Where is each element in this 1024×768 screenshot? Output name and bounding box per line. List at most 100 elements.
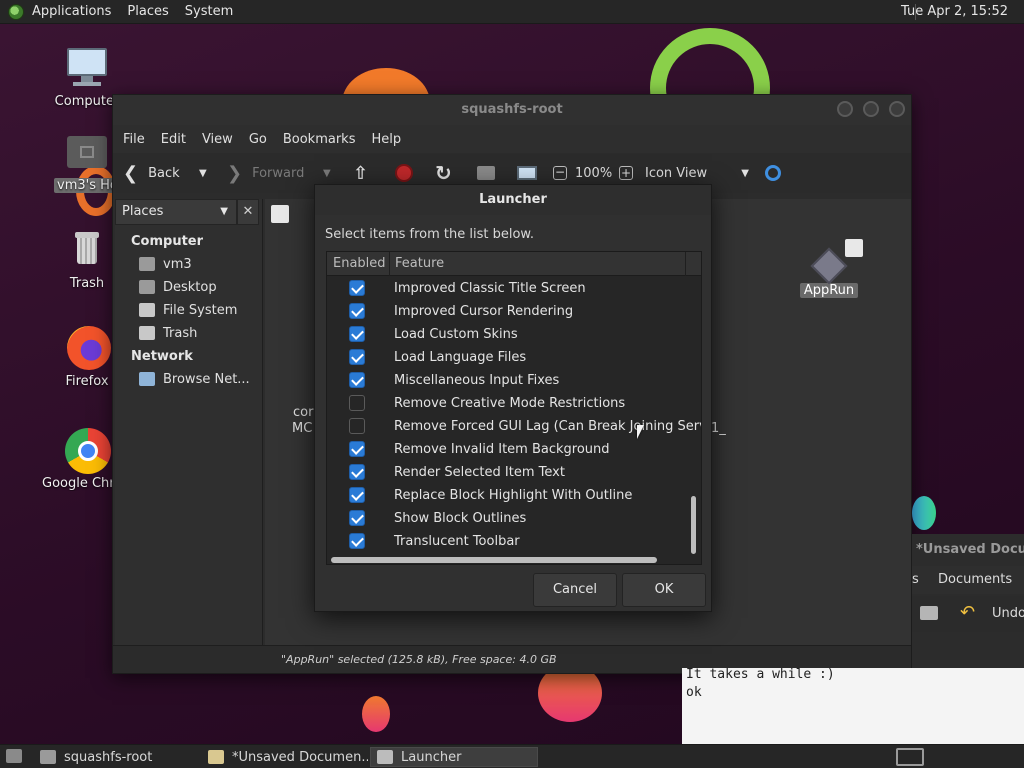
feature-row[interactable]: Replace Block Highlight With Outline [327,484,687,507]
places-menu[interactable]: Places [119,0,176,24]
task-file-manager[interactable]: squashfs-root [34,747,200,767]
stop-icon [395,164,413,182]
enabled-checkbox[interactable] [349,441,365,457]
undo-icon[interactable]: ↶ [960,602,975,623]
column-divider [389,252,390,276]
enabled-checkbox[interactable] [349,487,365,503]
enabled-checkbox[interactable] [349,372,365,388]
enabled-checkbox[interactable] [349,464,365,480]
feature-row[interactable]: Improved Cursor Rendering [327,300,687,323]
sidebar-item-browse-network[interactable]: Browse Net... [139,369,250,389]
menubar: File Edit View Go Bookmarks Help [113,125,911,153]
back-history-dropdown[interactable]: ▼ [199,153,207,193]
clock[interactable]: Tue Apr 2, 15:52 [901,0,1008,24]
ok-button[interactable]: OK [622,573,706,607]
enabled-checkbox[interactable] [349,395,365,411]
chevron-down-icon: ▼ [323,167,331,179]
search-icon [765,165,781,181]
editor-menu-documents[interactable]: Documents [938,572,1012,587]
back-button[interactable]: ❮ Back [123,153,180,193]
chrome-icon [63,428,111,474]
enabled-checkbox[interactable] [349,326,365,342]
menu-view[interactable]: View [194,132,241,147]
menu-bookmarks[interactable]: Bookmarks [275,132,364,147]
feature-label: Improved Cursor Rendering [394,304,574,319]
undo-label[interactable]: Undo [992,606,1024,621]
sidebar-section-computer: Computer [131,234,204,249]
enabled-checkbox[interactable] [349,280,365,296]
cancel-button[interactable]: Cancel [533,573,617,607]
sidebar-item-label: Browse Net... [163,371,250,387]
file-name: AppRun [799,283,859,298]
home-icon [477,166,495,180]
feature-label: Miscellaneous Input Fixes [394,373,560,388]
minimize-button[interactable] [837,101,853,117]
enabled-checkbox[interactable] [349,418,365,434]
feature-row[interactable]: Load Language Files [327,346,687,369]
search-button[interactable] [765,153,781,193]
enabled-checkbox[interactable] [349,303,365,319]
executable-icon [810,247,848,285]
back-label: Back [148,165,180,181]
home-folder-icon [63,130,111,174]
workspace-switcher[interactable] [896,748,924,766]
task-label: Launcher [401,749,462,765]
menu-help[interactable]: Help [363,132,409,147]
task-launcher[interactable]: Launcher [370,747,538,767]
feature-list[interactable]: Enabled Feature Improved Classic Title S… [326,251,702,565]
home-folder-icon [139,257,155,271]
feature-row[interactable]: Load Custom Skins [327,323,687,346]
horizontal-scrollbar[interactable] [331,557,657,563]
feature-row[interactable]: Improved Classic Title Screen [327,277,687,300]
sidebar-item-label: File System [163,302,238,318]
location-edit-icon[interactable] [271,205,289,223]
menu-edit[interactable]: Edit [153,132,194,147]
sidebar-item-vm3[interactable]: vm3 [139,254,192,274]
sidebar-item-trash[interactable]: Trash [139,323,197,343]
window-title: squashfs-root [461,102,563,117]
text-editor-icon [208,750,224,764]
enabled-checkbox[interactable] [349,349,365,365]
task-text-editor[interactable]: *Unsaved Documen... [202,747,368,767]
forward-button[interactable]: ❯ Forward [227,153,304,193]
editor-menu-partial[interactable]: s [912,572,919,587]
column-header-feature[interactable]: Feature [395,252,444,276]
feature-row[interactable]: Translucent Toolbar [327,530,687,553]
vertical-scrollbar[interactable] [691,496,696,554]
feature-row[interactable]: Remove Creative Mode Restrictions [327,392,687,415]
system-menu[interactable]: System [177,0,241,24]
feature-row[interactable]: Render Selected Item Text [327,461,687,484]
mouse-cursor-icon [637,425,648,439]
sidebar-close-button[interactable]: ✕ [237,199,259,225]
feature-row[interactable]: Show Block Outlines [327,507,687,530]
close-icon: ✕ [242,204,254,219]
window-titlebar[interactable]: squashfs-root [113,95,911,125]
feature-row[interactable]: Remove Invalid Item Background [327,438,687,461]
maximize-button[interactable] [863,101,879,117]
task-label: squashfs-root [64,749,153,765]
menu-go[interactable]: Go [241,132,275,147]
feature-row[interactable]: Remove Forced GUI Lag (Can Break Joining… [327,415,701,438]
print-icon[interactable] [920,606,938,620]
sidebar-item-desktop[interactable]: Desktop [139,277,217,297]
sidebar-item-label: vm3 [163,256,192,272]
enabled-checkbox[interactable] [349,510,365,526]
editor-text-area[interactable]: It takes a while :) ok [682,667,1024,744]
view-mode-value: Icon View [645,165,708,181]
trash-icon [139,326,155,340]
computer-icon [63,46,111,90]
apprun-file[interactable]: AppRun [799,239,863,298]
show-desktop-button[interactable] [6,749,22,763]
places-dropdown[interactable]: Places ▼ [115,199,237,225]
column-header-enabled[interactable]: Enabled [333,252,386,276]
chevron-down-icon: ▼ [199,167,207,179]
dialog-title[interactable]: Launcher [315,185,711,215]
applications-menu[interactable]: Applications [24,0,119,24]
feature-row[interactable]: Miscellaneous Input Fixes [327,369,687,392]
close-button[interactable] [889,101,905,117]
enabled-checkbox[interactable] [349,533,365,549]
editor-title[interactable]: *Unsaved Document [912,534,1024,566]
menu-file[interactable]: File [115,132,153,147]
top-panel: Applications Places System Tue Apr 2, 15… [0,0,1024,24]
sidebar-item-file-system[interactable]: File System [139,300,237,320]
